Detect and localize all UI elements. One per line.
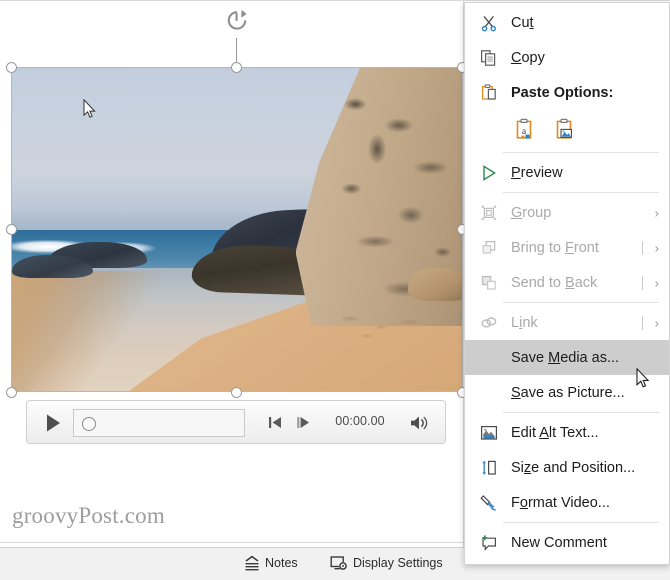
menu-separator-4 — [503, 412, 659, 413]
resize-handle-top-left[interactable] — [6, 62, 17, 73]
no-icon — [475, 346, 503, 370]
watermark: groovyPost.com — [12, 503, 165, 528]
alt-text-icon — [475, 421, 503, 445]
status-notes-button[interactable]: Notes — [243, 555, 298, 571]
format-video-icon — [475, 491, 503, 515]
paste-picture-icon[interactable] — [553, 117, 579, 143]
menu-item-divider-mark — [642, 315, 643, 330]
chevron-right-icon: › — [654, 205, 659, 220]
paste-text-icon[interactable]: a — [513, 117, 539, 143]
powerpoint-slide-editor: 00:00.00 groovyPost.com Notes Display Se… — [0, 0, 670, 580]
send-back-icon — [475, 271, 503, 295]
menu-item-group[interactable]: Group › — [465, 195, 669, 230]
clipboard-icon — [475, 81, 503, 105]
play-triangle-icon — [475, 161, 503, 185]
rotate-handle-icon[interactable] — [224, 8, 250, 34]
menu-separator-1 — [503, 152, 659, 153]
playback-timecode: 00:00.00 — [335, 414, 385, 428]
status-notes-label: Notes — [265, 556, 298, 570]
bring-front-icon — [475, 236, 503, 260]
menu-item-paste-options: Paste Options: — [465, 75, 669, 110]
menu-item-group-label: Group — [511, 204, 552, 221]
beach-photo — [12, 68, 462, 391]
menu-item-edit-alt-text[interactable]: Edit Alt Text... — [465, 415, 669, 450]
copy-icon — [475, 46, 503, 70]
no-icon — [475, 381, 503, 405]
chevron-right-icon: › — [654, 275, 659, 290]
paste-options-row: a — [465, 110, 669, 150]
slide-top-edge — [0, 0, 670, 1]
resize-handle-middle-left[interactable] — [6, 224, 17, 235]
menu-item-copy-label: Copy — [511, 49, 545, 66]
media-playback-bar: 00:00.00 — [26, 400, 446, 444]
mouse-cursor-on-image — [83, 98, 97, 124]
menu-item-new-comment-label: New Comment — [511, 534, 607, 551]
resize-handle-bottom-left[interactable] — [6, 387, 17, 398]
resize-handle-top-center[interactable] — [231, 62, 242, 73]
menu-item-size-and-position[interactable]: Size and Position... — [465, 450, 669, 485]
menu-item-cut[interactable]: Cut — [465, 5, 669, 40]
resize-handle-bottom-center[interactable] — [231, 387, 242, 398]
menu-separator-3 — [503, 302, 659, 303]
menu-separator-5 — [503, 522, 659, 523]
notes-icon — [243, 555, 261, 571]
next-frame-button[interactable] — [295, 414, 312, 431]
menu-item-format-video-label: Format Video... — [511, 494, 610, 511]
display-settings-icon — [330, 555, 349, 571]
menu-item-size-and-position-label: Size and Position... — [511, 459, 636, 476]
menu-item-send-to-back[interactable]: Send to Back › — [465, 265, 669, 300]
menu-separator-2 — [503, 192, 659, 193]
mouse-cursor-on-menu — [636, 367, 651, 394]
menu-item-copy[interactable]: Copy — [465, 40, 669, 75]
menu-item-link-label: Link — [511, 314, 538, 331]
sand-marks — [327, 307, 444, 346]
rock-small-right — [408, 268, 462, 301]
chevron-right-icon: › — [654, 240, 659, 255]
new-comment-icon — [475, 531, 503, 555]
size-position-icon — [475, 456, 503, 480]
menu-item-paste-options-label: Paste Options: — [511, 84, 614, 101]
menu-item-link[interactable]: Link › — [465, 305, 669, 340]
menu-item-new-comment[interactable]: New Comment — [465, 525, 669, 560]
sand-streaks — [12, 271, 165, 391]
status-display-settings-button[interactable]: Display Settings — [330, 555, 443, 571]
video-object[interactable] — [11, 67, 463, 392]
menu-item-preview-label: Preview — [511, 164, 563, 181]
status-display-settings-label: Display Settings — [353, 556, 443, 570]
menu-item-divider-mark — [642, 275, 643, 290]
menu-item-save-as-picture-label: Save as Picture... — [511, 384, 625, 401]
play-button[interactable] — [41, 411, 65, 435]
menu-item-bring-to-front-label: Bring to Front — [511, 239, 599, 256]
previous-frame-button[interactable] — [267, 414, 284, 431]
menu-item-divider-mark — [642, 240, 643, 255]
menu-item-save-media-as-label: Save Media as... — [511, 349, 620, 366]
menu-item-preview[interactable]: Preview — [465, 155, 669, 190]
playback-progress-track[interactable] — [73, 409, 245, 437]
group-icon — [475, 201, 503, 225]
menu-item-cut-label: Cut — [511, 14, 534, 31]
context-menu: Cut Copy Paste Options: a Preview Group … — [464, 2, 670, 565]
scissors-icon — [475, 11, 503, 35]
menu-item-send-to-back-label: Send to Back — [511, 274, 598, 291]
link-icon — [475, 311, 503, 335]
menu-item-bring-to-front[interactable]: Bring to Front › — [465, 230, 669, 265]
volume-button[interactable] — [409, 414, 431, 432]
menu-item-edit-alt-text-label: Edit Alt Text... — [511, 424, 599, 441]
menu-item-format-video[interactable]: Format Video... — [465, 485, 669, 520]
playback-progress-knob[interactable] — [82, 417, 96, 431]
chevron-right-icon: › — [654, 315, 659, 330]
